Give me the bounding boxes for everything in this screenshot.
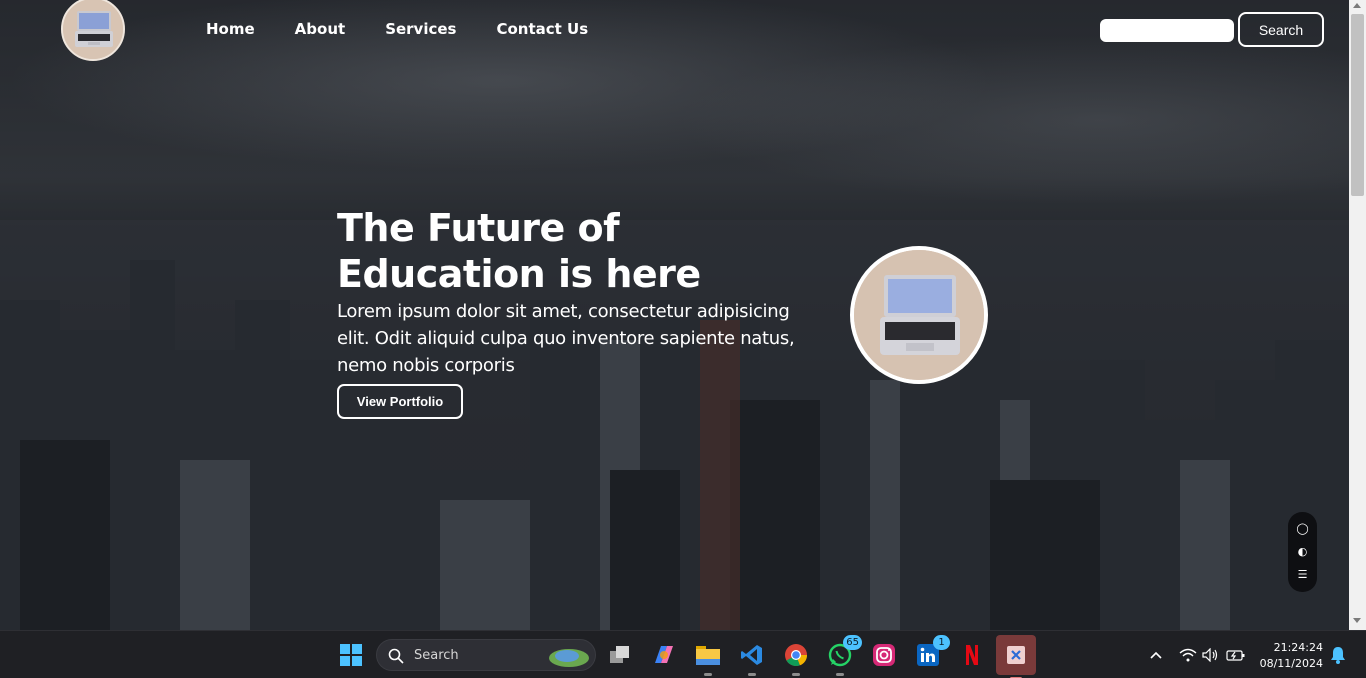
- toggle-icon[interactable]: ◐: [1298, 545, 1308, 559]
- search-highlight-icon: [549, 649, 589, 667]
- nav-contact-us[interactable]: Contact Us: [496, 20, 588, 38]
- taskbar-search[interactable]: Search: [376, 639, 596, 671]
- view-portfolio-button[interactable]: View Portfolio: [337, 384, 463, 419]
- clock-time[interactable]: 21:24:24: [1256, 641, 1323, 654]
- windows-taskbar: Search 65 1 21:24:24 08/11/2024: [0, 630, 1366, 678]
- nav-home[interactable]: Home: [206, 20, 255, 38]
- running-indicator: [748, 673, 756, 676]
- whatsapp-badge: 65: [843, 635, 862, 650]
- chevron-up-icon[interactable]: [1140, 639, 1172, 671]
- copilot-icon[interactable]: [648, 639, 680, 671]
- windows-start-icon[interactable]: [335, 639, 367, 671]
- chrome-icon[interactable]: [780, 639, 812, 676]
- scrollbar-thumb[interactable]: [1351, 14, 1364, 196]
- task-view-icon[interactable]: [604, 639, 636, 671]
- list-icon[interactable]: ☰: [1298, 568, 1308, 582]
- file-explorer-icon[interactable]: [692, 639, 724, 676]
- laptop-image: [854, 250, 984, 380]
- snipping-tool-icon[interactable]: [996, 635, 1036, 678]
- linkedin-badge: 1: [933, 635, 950, 650]
- battery-icon[interactable]: [1220, 639, 1252, 671]
- linkedin-icon[interactable]: 1: [912, 635, 950, 671]
- running-indicator: [792, 673, 800, 676]
- hero-image: [850, 246, 988, 384]
- vscode-icon[interactable]: [736, 639, 768, 676]
- scroll-down-arrow-icon[interactable]: [1353, 618, 1361, 623]
- taskbar-search-label: Search: [414, 648, 459, 663]
- nav-services[interactable]: Services: [385, 20, 456, 38]
- web-page: Home About Services Contact Us Search Th…: [0, 0, 1366, 630]
- netflix-icon[interactable]: [956, 639, 988, 671]
- site-logo[interactable]: [61, 0, 125, 61]
- running-indicator: [704, 673, 712, 676]
- notification-bell-icon[interactable]: [1322, 639, 1354, 671]
- search-button[interactable]: Search: [1238, 12, 1324, 47]
- hero-text: Lorem ipsum dolor sit amet, consectetur …: [337, 301, 795, 376]
- instagram-icon[interactable]: [868, 639, 900, 671]
- search-icon: [388, 648, 404, 664]
- chat-bubble-icon[interactable]: ◯: [1296, 522, 1308, 536]
- main-nav: Home About Services Contact Us: [206, 20, 588, 38]
- search-input[interactable]: [1100, 19, 1234, 42]
- scroll-up-arrow-icon[interactable]: [1353, 3, 1361, 8]
- hero-title: The Future of Education is here: [337, 206, 701, 296]
- whatsapp-icon[interactable]: 65: [824, 635, 862, 676]
- clock-date[interactable]: 08/11/2024: [1256, 657, 1323, 670]
- nav-about[interactable]: About: [295, 20, 346, 38]
- running-indicator: [836, 673, 844, 676]
- floating-side-widget: ◯ ◐ ☰: [1288, 512, 1317, 592]
